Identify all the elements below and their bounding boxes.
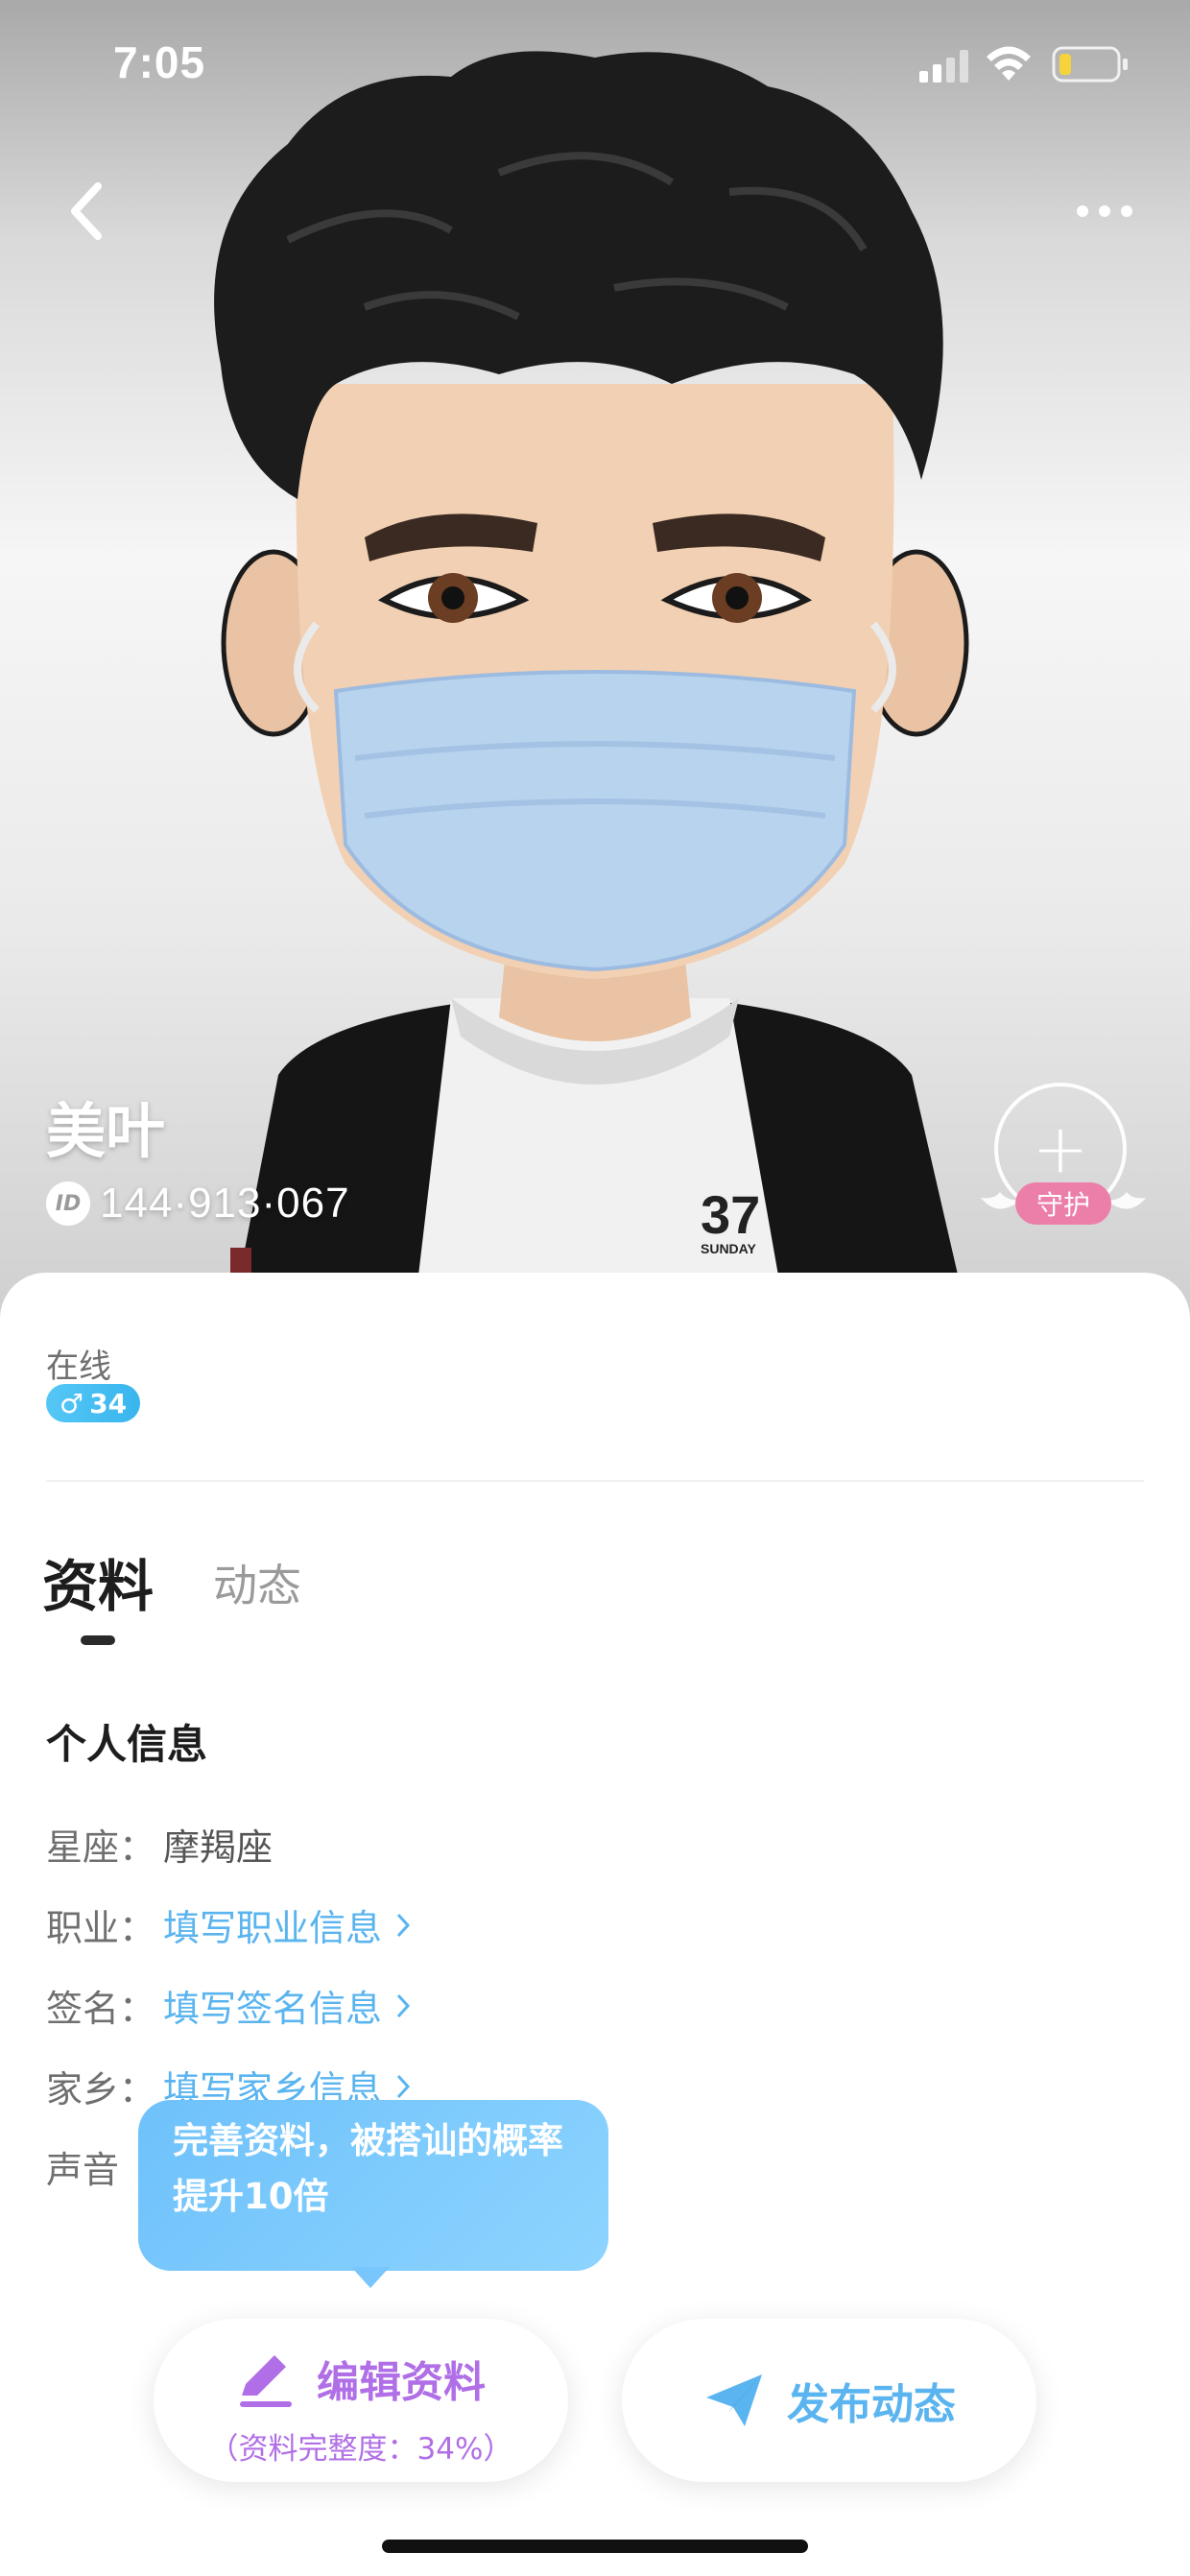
edit-profile-button[interactable]: 编辑资料 （资料完整度：34%）: [154, 2319, 568, 2482]
profile-card: 在线 ♂ 34 资料 动态 个人信息 星座： 摩羯座 职业： 填写职业信息 签名…: [0, 1273, 1190, 2576]
link-text: 填写签名信息: [163, 1988, 383, 2030]
section-title: 个人信息: [46, 1721, 208, 1768]
profile-id-row: ID 144·913·067: [46, 1177, 350, 1230]
post-label: 发布动态: [787, 2380, 956, 2429]
online-status: 在线: [46, 1348, 111, 1386]
divider: [46, 1480, 1144, 1482]
tab-feed[interactable]: 动态: [213, 1551, 301, 1614]
info-label: 签名：: [46, 1988, 156, 2030]
profile-id: 144·913·067: [100, 1180, 350, 1227]
info-value: 摩羯座: [163, 1826, 274, 1869]
chevron-right-icon: [396, 2074, 411, 2098]
male-icon: ♂: [60, 1387, 84, 1419]
chevron-right-icon: [396, 1913, 411, 1937]
link-text: 填写职业信息: [163, 1907, 383, 1949]
back-arrow-icon: [71, 182, 102, 240]
info-label: 家乡：: [46, 2068, 156, 2111]
home-indicator: [382, 2540, 808, 2553]
svg-text:37: 37: [701, 1184, 760, 1245]
wifi-icon: [987, 46, 1031, 81]
svg-text:SUNDAY: SUNDAY: [701, 1241, 756, 1256]
profile-name: 美叶: [46, 1096, 166, 1166]
fill-signature-link[interactable]: 填写签名信息: [163, 1979, 411, 2032]
profile-tip-tooltip: 完善资料，被搭讪的概率提升10倍: [138, 2100, 608, 2271]
info-label: 职业：: [46, 1907, 156, 1949]
tab-active-indicator: [81, 1635, 115, 1645]
chevron-right-icon: [396, 1993, 411, 2017]
profile-hero: 37 SUNDAY 7:05 美叶 ID 144·913·067 + 守护: [0, 0, 1190, 1324]
info-row-constellation: 星座： 摩羯座: [46, 1818, 273, 1871]
info-row-job[interactable]: 职业： 填写职业信息: [46, 1898, 411, 1951]
status-time: 7:05: [113, 37, 206, 87]
more-button[interactable]: [1071, 192, 1138, 230]
info-label: 星座：: [46, 1826, 156, 1869]
paper-plane-icon: [706, 2374, 762, 2426]
fill-job-link[interactable]: 填写职业信息: [163, 1898, 411, 1951]
info-row-signature[interactable]: 签名： 填写签名信息: [46, 1979, 411, 2032]
guard-button[interactable]: + 守护: [979, 1079, 1146, 1242]
tab-profile[interactable]: 资料: [42, 1541, 154, 1622]
edit-label: 编辑资料: [317, 2358, 486, 2407]
back-button[interactable]: [60, 173, 117, 250]
profile-completeness: （资料完整度：34%）: [208, 2432, 513, 2467]
post-feed-button[interactable]: 发布动态: [622, 2319, 1036, 2482]
status-bar: 7:05: [0, 0, 1190, 134]
more-dots-icon: [1077, 205, 1132, 217]
gender-age-badge: ♂ 34: [46, 1384, 141, 1422]
tooltip-arrow: [351, 2267, 390, 2288]
signal-icon: [919, 50, 968, 83]
edit-main: 编辑资料: [234, 2348, 486, 2409]
battery-icon: [1052, 46, 1128, 83]
id-icon: ID: [46, 1181, 90, 1226]
info-label: 声音: [46, 2149, 120, 2191]
guard-label: 守护: [1015, 1182, 1111, 1225]
age-value: 34: [89, 1387, 128, 1419]
pencil-icon: [240, 2355, 292, 2407]
info-row-voice: 声音: [46, 2140, 119, 2193]
